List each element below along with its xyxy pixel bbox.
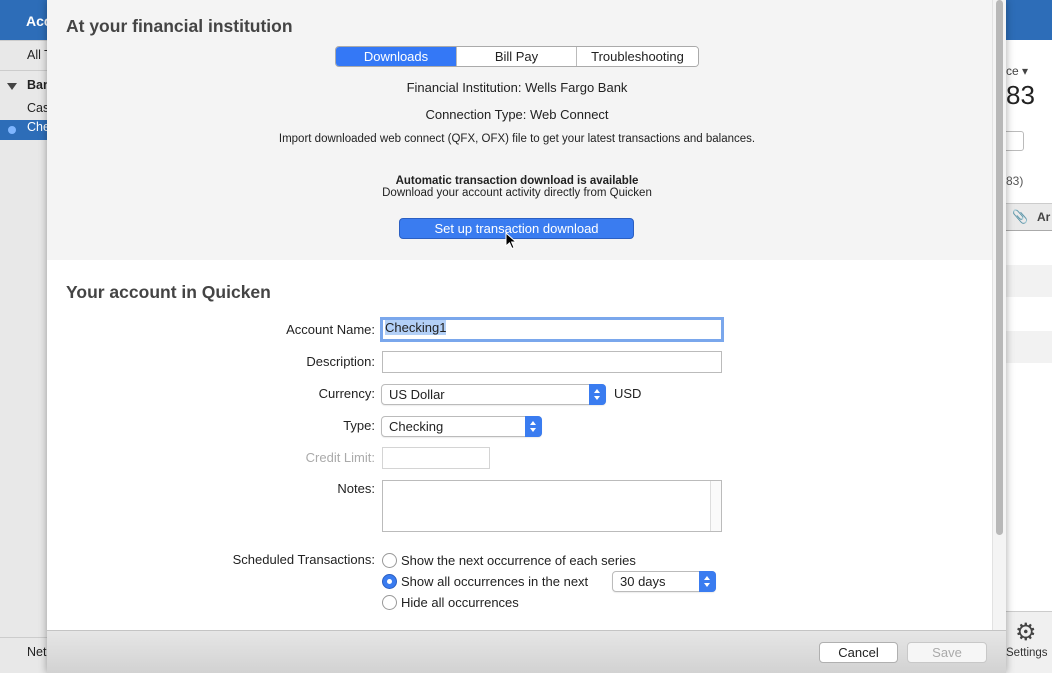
radio-button[interactable]	[382, 552, 397, 568]
notes-label: Notes:	[337, 481, 375, 496]
scheduled-option-all[interactable]: Show all occurrences in the next	[382, 572, 588, 590]
register-row[interactable]	[1006, 331, 1052, 363]
description-label: Description:	[306, 354, 375, 369]
divider	[0, 70, 48, 71]
register-row[interactable]	[1006, 265, 1052, 297]
chevron-updown-icon	[525, 416, 542, 437]
account-name-label: Account Name:	[286, 322, 375, 337]
tab-bill-pay[interactable]: Bill Pay	[457, 47, 577, 66]
disclosure-triangle-icon[interactable]	[7, 83, 17, 90]
gear-icon[interactable]: ⚙	[1015, 618, 1037, 647]
credit-limit-label: Credit Limit:	[305, 450, 375, 465]
sidebar-header: Accounts	[0, 0, 48, 40]
account-settings-dialog: At your financial institution Downloads …	[47, 0, 1006, 673]
institution-section-title: At your financial institution	[66, 16, 293, 36]
description-field[interactable]	[382, 351, 722, 373]
scheduled-option-next[interactable]: Show the next occurrence of each series	[382, 551, 636, 569]
radio-button[interactable]	[382, 594, 397, 610]
account-name-field[interactable]: Checking1	[380, 317, 724, 342]
type-label: Type:	[343, 418, 375, 433]
cancel-button[interactable]: Cancel	[819, 642, 898, 663]
register-column-header: 📎 Ar	[1006, 203, 1052, 231]
register-header-bar	[1006, 0, 1052, 40]
radio-label[interactable]: Show the next occurrence of each series	[401, 553, 636, 568]
tab-downloads[interactable]: Downloads	[336, 47, 457, 66]
sidebar-item-cash[interactable]: Cash	[0, 101, 48, 121]
mouse-pointer-icon	[505, 232, 518, 250]
radio-button-selected[interactable]	[382, 573, 397, 589]
save-button[interactable]: Save	[907, 642, 987, 663]
notes-textarea[interactable]	[382, 480, 722, 532]
sidebar-group-banking[interactable]: Banking	[0, 78, 48, 98]
radio-label[interactable]: Hide all occurrences	[401, 595, 519, 610]
currency-label: Currency:	[318, 386, 375, 401]
sidebar-item-checking[interactable]: Checking1	[0, 120, 48, 140]
financial-institution-text: Financial Institution: Wells Fargo Bank	[406, 80, 628, 95]
scheduled-transactions-label: Scheduled Transactions:	[232, 552, 375, 567]
amount-column-header[interactable]: Ar	[1037, 210, 1050, 224]
tab-troubleshooting[interactable]: Troubleshooting	[577, 47, 698, 66]
days-select[interactable]: 30 days	[612, 571, 716, 592]
auto-download-heading: Automatic transaction download is availa…	[395, 175, 639, 187]
currency-select[interactable]: US Dollar	[381, 384, 606, 405]
notes-scrollbar[interactable]	[710, 481, 721, 531]
divider	[0, 40, 48, 41]
auto-download-subtext: Download your account activity directly …	[382, 187, 652, 199]
background-register: ce ▾ 83 83) 📎 Ar ⚙ Settings	[1006, 0, 1052, 673]
sidebar-net-worth: Net Worth	[27, 645, 48, 659]
account-type-value: Checking	[389, 419, 444, 434]
search-field[interactable]	[1006, 131, 1024, 151]
dialog-footer: Cancel Save	[47, 630, 1006, 673]
currency-code: USD	[614, 386, 642, 401]
institution-section: At your financial institution Downloads …	[47, 0, 992, 260]
connection-type-text: Connection Type: Web Connect	[425, 107, 609, 122]
background-sidebar: Accounts All Transactions Banking Cash C…	[0, 0, 48, 673]
divider	[0, 637, 48, 638]
sheet-scroll-thumb[interactable]	[996, 0, 1003, 535]
currency-select-value: US Dollar	[389, 387, 445, 402]
institution-tabs: Downloads Bill Pay Troubleshooting	[335, 46, 699, 67]
attachment-icon[interactable]: 📎	[1012, 209, 1028, 225]
account-type-select[interactable]: Checking	[381, 416, 542, 437]
scheduled-option-hide[interactable]: Hide all occurrences	[382, 593, 519, 611]
settings-label[interactable]: Settings	[1006, 647, 1048, 659]
sidebar-item-all-transactions[interactable]: All Transactions	[0, 48, 48, 68]
transaction-count: 83)	[1006, 174, 1024, 188]
chevron-updown-icon	[699, 571, 716, 592]
account-section-title: Your account in Quicken	[66, 282, 271, 302]
status-dot-icon	[8, 126, 16, 134]
radio-label[interactable]: Show all occurrences in the next	[401, 574, 588, 589]
chevron-updown-icon	[589, 384, 606, 405]
account-name-value: Checking1	[385, 320, 447, 335]
sidebar-group-label: Banking	[27, 78, 48, 92]
import-instructions-text: Import downloaded web connect (QFX, OFX)…	[278, 133, 756, 145]
balance-sort-label[interactable]: ce ▾	[1006, 64, 1028, 78]
sidebar-item-label: Checking1	[27, 120, 48, 134]
days-select-value: 30 days	[620, 574, 666, 589]
balance-amount: 83	[1006, 80, 1035, 110]
credit-limit-field	[382, 447, 490, 469]
